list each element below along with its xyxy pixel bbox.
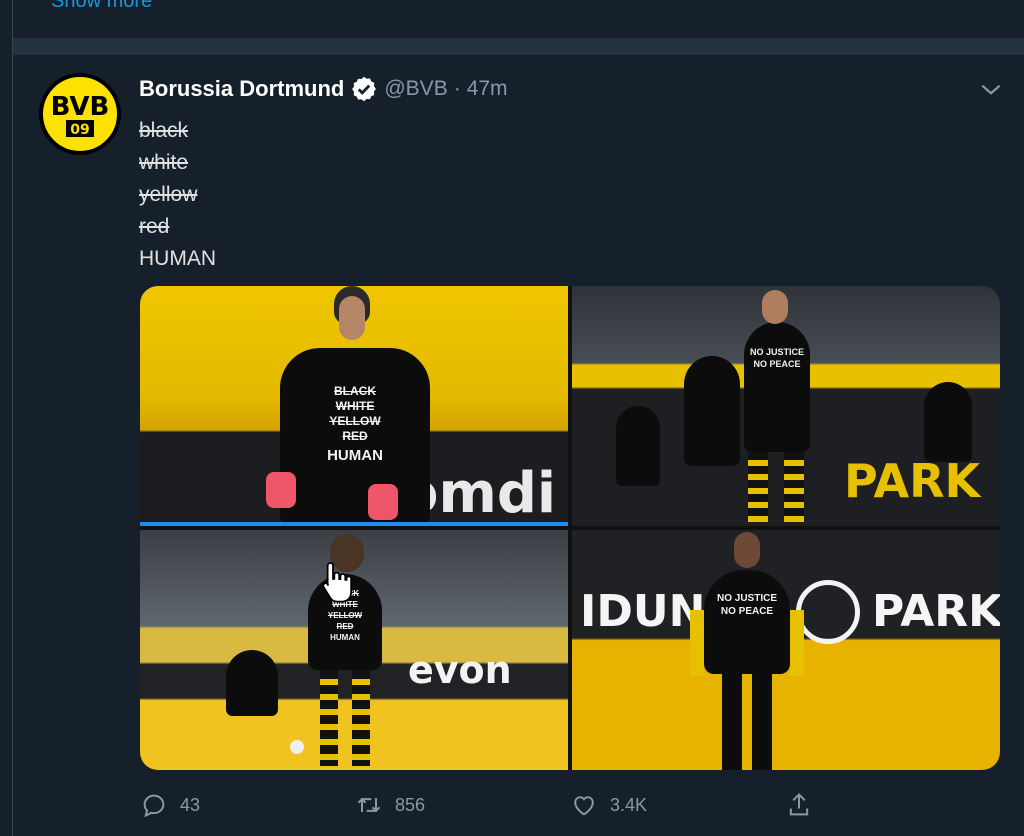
previous-tweet-fragment: Show more	[13, 0, 1024, 38]
sponsor-logo	[796, 580, 860, 644]
goalkeeper-glove	[266, 472, 296, 508]
tweet-separator	[13, 38, 1024, 55]
player-leg	[784, 452, 804, 522]
tweet-header: Borussia Dortmund @BVB · 47m	[139, 75, 508, 103]
author-name[interactable]: Borussia Dortmund	[139, 76, 344, 102]
media-grid[interactable]: omdi BLACK WHITE YELLOW RED HUMAN PARK N…	[140, 286, 1000, 770]
svg-text:09: 09	[70, 122, 89, 138]
player-sleeve	[690, 610, 704, 676]
focus-bar	[140, 522, 568, 526]
author-handle[interactable]: @BVB	[384, 77, 447, 101]
player-shirt	[616, 406, 660, 486]
bvb-logo: BVB 09	[41, 75, 119, 153]
retweet-action[interactable]: 856	[355, 791, 570, 819]
tweet-line: HUMAN	[139, 247, 216, 270]
player-face	[339, 296, 365, 340]
hand-cursor-icon	[322, 562, 352, 603]
tweet-line: yellow	[139, 183, 198, 206]
player-leg	[748, 452, 768, 522]
player-face	[734, 532, 760, 568]
like-count: 3.4K	[610, 794, 648, 815]
svg-text:BVB: BVB	[51, 92, 110, 122]
reply-icon[interactable]	[140, 791, 168, 819]
tweet-time[interactable]: 47m	[467, 77, 508, 101]
avatar[interactable]: BVB 09	[39, 73, 121, 155]
tweet-actions: 43 856 3.4K	[140, 788, 1000, 822]
shirt-text: NO JUSTICE NO PEACE	[716, 593, 777, 617]
tweet-line: white	[139, 151, 189, 174]
stadium-banner: IDUN	[580, 586, 706, 637]
like-action[interactable]: 3.4K	[570, 791, 785, 819]
bvb-logo-mark: BVB 09	[51, 92, 110, 138]
football	[290, 740, 304, 754]
player-leg	[320, 670, 338, 766]
show-more-link[interactable]: Show more	[51, 0, 152, 13]
photo-player-portrait[interactable]: IDUN PARK NO JUSTICE NO PEACE	[572, 530, 1000, 770]
share-icon[interactable]	[785, 791, 813, 819]
retweet-count: 856	[395, 794, 426, 815]
stadium-banner: evon	[408, 648, 512, 692]
stadium-banner: PARK	[844, 454, 981, 508]
player-leg	[752, 672, 772, 770]
tweet[interactable]: BVB 09 Borussia Dortmund @BVB · 47m blac…	[13, 55, 1024, 836]
chevron-down-icon[interactable]	[978, 77, 1004, 103]
photo-warmup[interactable]: PARK NO JUSTICE NO PEACE	[572, 286, 1000, 526]
verified-icon	[352, 76, 377, 102]
reply-action[interactable]: 43	[140, 791, 355, 819]
shirt-text: BLACK WHITE YELLOW RED HUMAN	[327, 384, 383, 464]
retweet-icon[interactable]	[355, 791, 383, 819]
reply-count: 43	[180, 794, 201, 815]
photo-warmup-two[interactable]: evon BLACK WHITE YELLOW RED HUMAN	[140, 530, 568, 770]
goalkeeper-glove	[368, 484, 398, 520]
player-face	[762, 290, 788, 324]
photo-goalkeeper[interactable]: omdi BLACK WHITE YELLOW RED HUMAN	[140, 286, 568, 526]
tweet-line: red	[139, 215, 170, 238]
player-shirt	[684, 356, 740, 466]
player-shirt	[744, 322, 810, 452]
player-sleeve	[790, 610, 804, 676]
shirt-text: NO JUSTICE NO PEACE	[749, 347, 804, 369]
tweet-text: black white yellow red HUMAN	[133, 115, 216, 275]
player-shirt	[704, 570, 790, 674]
player-shirt	[924, 382, 972, 462]
stadium-banner: PARK	[872, 586, 1000, 637]
like-icon[interactable]	[570, 791, 598, 819]
separator-dot: ·	[453, 77, 461, 100]
player-leg	[722, 672, 742, 770]
tweet-line: black	[139, 119, 189, 142]
player-shirt	[226, 650, 278, 716]
share-action[interactable]	[785, 791, 1000, 819]
player-leg	[352, 670, 370, 766]
